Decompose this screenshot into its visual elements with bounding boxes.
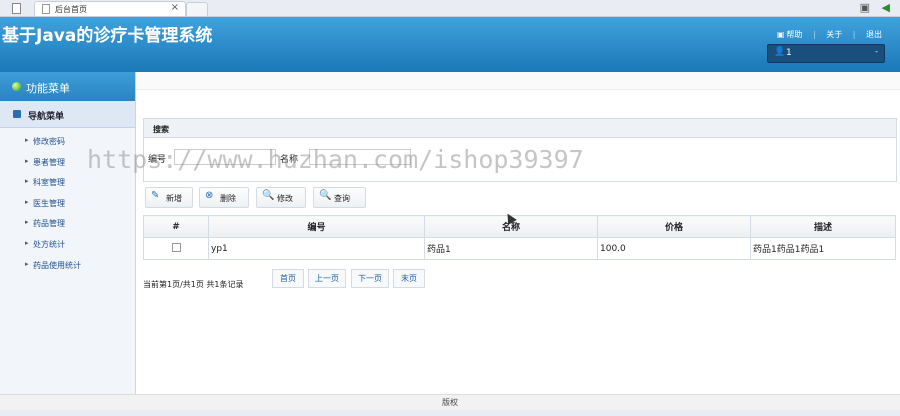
- chevron-down-icon: -: [875, 47, 878, 56]
- user-icon: 👤: [774, 47, 786, 57]
- sidebar-item-medicines[interactable]: 药品管理: [0, 214, 135, 235]
- user-select-value: 1: [786, 48, 792, 58]
- query-button-label: 查询: [334, 194, 350, 203]
- sidebar-item-label: 处方统计: [33, 239, 65, 249]
- add-button[interactable]: ✎ 新增: [145, 187, 193, 208]
- back-arrow-icon[interactable]: ◀: [882, 1, 890, 14]
- cell-desc: 药品1药品1药品1: [750, 237, 896, 260]
- delete-button[interactable]: ⊗ 删除: [199, 187, 249, 208]
- next-page-button[interactable]: 下一页: [351, 269, 389, 288]
- divider: |: [812, 30, 816, 39]
- cell-name: 药品1: [424, 237, 598, 260]
- query-button[interactable]: 🔍 查询: [313, 187, 366, 208]
- browser-tools: ▣ ◀: [852, 1, 890, 14]
- nav-section-header[interactable]: 导航菜单: [0, 101, 135, 128]
- data-table: # 编号 名称 价格 描述 yp1 药品1 100.0 药品1药品1药品1: [143, 215, 896, 260]
- sidebar-item-label: 患者管理: [33, 157, 65, 167]
- footer: 版权: [0, 394, 900, 411]
- new-tab-button[interactable]: [186, 2, 208, 16]
- document-icon: [42, 4, 50, 14]
- sidebar-item-departments[interactable]: 科室管理: [0, 173, 135, 194]
- table-header-row: # 编号 名称 价格 描述: [143, 215, 896, 238]
- logout-link[interactable]: 退出: [866, 30, 882, 39]
- search-panel-title: 搜索: [153, 125, 169, 134]
- main-content: 搜索 编号 名称 ✎ 新增 ⊗ 删除 🔍 修改 🔍 查询 # 编号 名称 价格 …: [136, 72, 900, 394]
- sidebar-header: 功能菜单: [0, 72, 135, 101]
- help-link[interactable]: 帮助: [786, 30, 802, 39]
- content-topbar: [136, 72, 900, 90]
- user-select[interactable]: 👤 1 -: [767, 44, 885, 63]
- cell-price: 100.0: [597, 237, 751, 260]
- last-page-button[interactable]: 末页: [393, 269, 425, 288]
- browser-status-bar: [0, 410, 900, 416]
- delete-circle-icon: ⊗: [205, 190, 214, 201]
- menu-ball-icon: [12, 82, 21, 91]
- sidebar-item-label: 科室管理: [33, 178, 65, 188]
- sidebar-item-label: 药品管理: [33, 219, 65, 229]
- column-header-price[interactable]: 价格: [597, 215, 751, 238]
- divider: |: [852, 30, 856, 39]
- header-links: ▣ 帮助 | 关于 | 退出: [769, 29, 882, 40]
- sidebar-item-label: 药品使用统计: [33, 260, 81, 270]
- sidebar-title: 功能菜单: [26, 82, 70, 95]
- edit-button-label: 修改: [277, 194, 293, 203]
- table-row[interactable]: yp1 药品1 100.0 药品1药品1药品1: [143, 237, 896, 260]
- app-title: 基于Java的诊疗卡管理系统: [2, 26, 213, 46]
- app-header: 基于Java的诊疗卡管理系统 ▣ 帮助 | 关于 | 退出 👤 1 -: [0, 17, 900, 72]
- browser-tab-strip: 后台首页 × ▣ ◀: [0, 0, 900, 17]
- add-button-label: 新增: [166, 194, 182, 203]
- search-icon: 🔍: [319, 190, 332, 201]
- watermark: https://www.huzhan.com/ishop39397: [87, 145, 584, 174]
- sidebar: 功能菜单 导航菜单 修改密码 患者管理 科室管理 医生管理 药品管理 处方统计 …: [0, 72, 136, 394]
- sidebar-item-label: 医生管理: [33, 198, 65, 208]
- column-header-desc[interactable]: 描述: [750, 215, 896, 238]
- row-checkbox[interactable]: [171, 242, 181, 252]
- about-link[interactable]: 关于: [826, 30, 842, 39]
- close-icon[interactable]: ×: [171, 2, 179, 13]
- cell-id: yp1: [208, 237, 425, 260]
- search-panel-header: 搜索: [144, 119, 896, 138]
- nav-section-title: 导航菜单: [28, 112, 65, 122]
- help-icon: ▣: [776, 30, 785, 39]
- pencil-icon: ✎: [151, 190, 160, 201]
- nav-square-icon: [13, 110, 21, 118]
- sidebar-item-medicine-usage-stats[interactable]: 药品使用统计: [0, 256, 135, 277]
- tab-title: 后台首页: [55, 5, 87, 14]
- edit-button[interactable]: 🔍 修改: [256, 187, 306, 208]
- sidebar-item-prescription-stats[interactable]: 处方统计: [0, 235, 135, 256]
- row-select-cell: [143, 237, 209, 260]
- magnifier-icon: 🔍: [262, 190, 275, 201]
- page-tool-icon[interactable]: ▣: [860, 1, 870, 14]
- sidebar-item-doctors[interactable]: 医生管理: [0, 194, 135, 215]
- browser-tab[interactable]: 后台首页 ×: [34, 1, 186, 16]
- first-page-button[interactable]: 首页: [272, 269, 304, 288]
- delete-button-label: 删除: [220, 194, 236, 203]
- prev-page-button[interactable]: 上一页: [308, 269, 346, 288]
- column-header-id[interactable]: 编号: [208, 215, 425, 238]
- page-icon: [12, 3, 21, 14]
- column-header-index: #: [143, 215, 209, 238]
- sidebar-item-label: 修改密码: [33, 137, 65, 146]
- pager-info: 当前第1页/共1页 共1条记录: [143, 280, 244, 289]
